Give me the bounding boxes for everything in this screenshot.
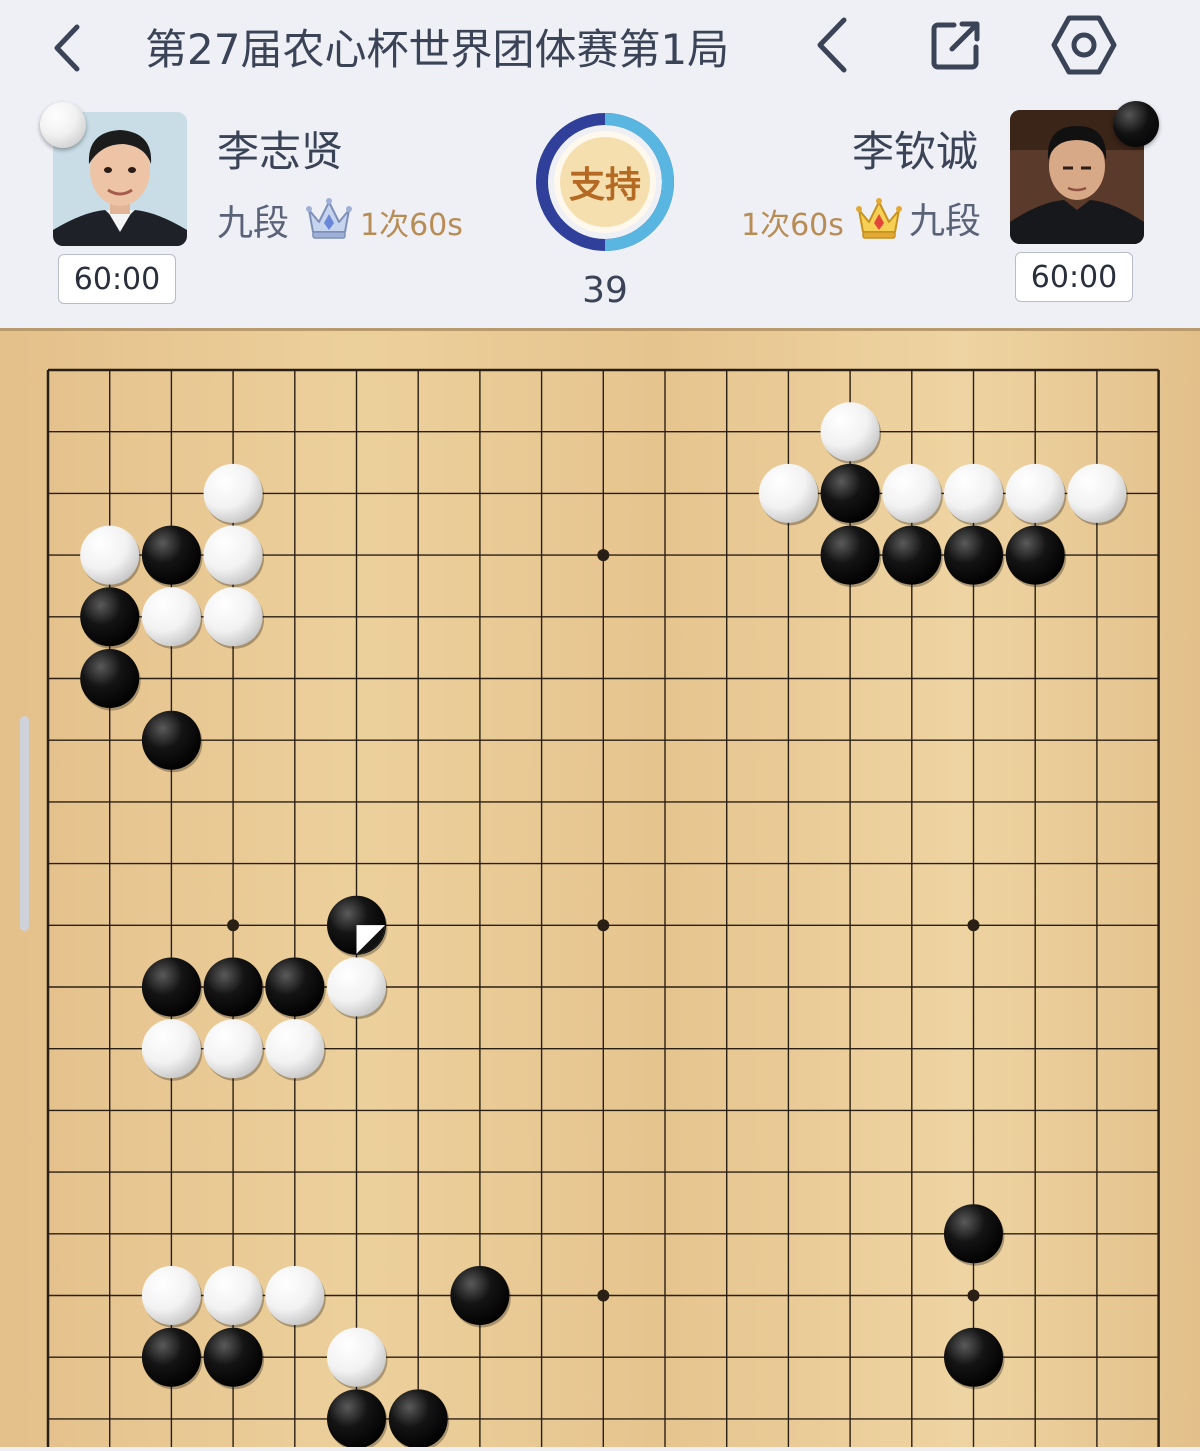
back-button[interactable] — [40, 18, 92, 78]
silver-crown-icon — [305, 196, 353, 244]
star-point — [967, 919, 980, 932]
white-byoyomi: 1次60s — [360, 208, 463, 243]
game-title: 第27届农心杯世界团体赛第1局 — [145, 25, 730, 74]
gold-crown-icon — [855, 196, 903, 244]
black-byoyomi: 1次60s — [741, 208, 844, 243]
black-player-name[interactable]: 李钦诚 — [852, 118, 978, 179]
star-point — [967, 1289, 980, 1302]
black-stone-indicator — [1113, 101, 1159, 147]
white-clock: 60:00 — [58, 254, 176, 304]
star-point — [597, 549, 610, 562]
black-clock: 60:00 — [1015, 252, 1133, 302]
white-player-name[interactable]: 李志贤 — [217, 118, 343, 179]
gear-hexagon-icon — [1051, 15, 1117, 75]
star-point — [227, 919, 240, 932]
chevron-left-icon — [54, 24, 80, 72]
star-point — [597, 1289, 610, 1302]
share-button[interactable] — [925, 14, 987, 76]
players-header: 60:00 李志贤 九段 1次60s 支持 39 李钦诚 1次60s 九段 60… — [0, 92, 1200, 328]
settings-button[interactable] — [1050, 12, 1118, 78]
chevron-left-icon — [817, 17, 847, 73]
board-grid[interactable] — [0, 328, 1200, 1451]
white-player-rank: 九段 — [217, 203, 290, 244]
previous-game-button[interactable] — [805, 14, 857, 76]
support-label: 支持 — [568, 165, 641, 206]
top-bar: 第27届农心杯世界团体赛第1局 — [0, 0, 1200, 92]
black-player-rank: 九段 — [909, 201, 982, 242]
share-external-icon — [931, 21, 980, 70]
star-point — [597, 919, 610, 932]
white-stone-indicator — [40, 102, 86, 148]
move-number: 39 — [582, 270, 628, 311]
go-board[interactable] — [0, 328, 1200, 1451]
scroll-indicator[interactable] — [20, 716, 29, 931]
support-button[interactable]: 支持 — [535, 112, 675, 252]
